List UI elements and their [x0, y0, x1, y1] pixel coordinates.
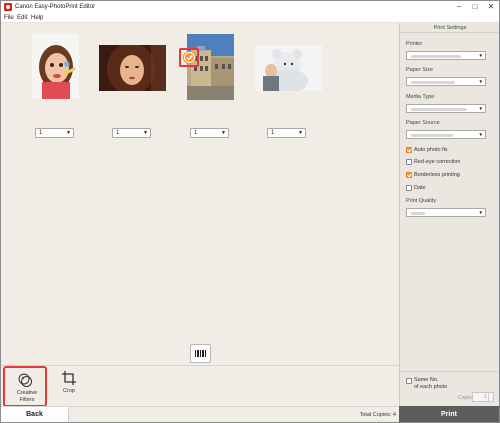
media-type-value-blurred — [411, 108, 467, 111]
copies-select-3[interactable]: 1 ▼ — [190, 128, 229, 138]
chevron-down-icon: ▼ — [143, 130, 148, 136]
copies-value-2: 1 — [116, 130, 120, 136]
copies-select-1[interactable]: 1 ▼ — [35, 128, 74, 138]
paper-source-label: Paper Source — [406, 120, 440, 126]
photo-thumbnail-3[interactable] — [187, 34, 234, 100]
printer-label: Printer — [406, 41, 423, 47]
media-type-label: Media Type — [406, 94, 435, 100]
paper-size-label: Paper Size — [406, 67, 433, 73]
chevron-down-icon: ▼ — [478, 79, 483, 84]
paper-source-select[interactable]: ▼ — [406, 130, 486, 139]
photo-image-1 — [32, 34, 79, 99]
photo-canvas: 1 ▼ 1 ▼ 1 ▼ 1 ▼ — [1, 23, 399, 365]
photo-thumbnail-1[interactable] — [32, 34, 79, 99]
crop-label: Crop — [63, 388, 75, 394]
creative-filters-icon — [18, 373, 32, 387]
maximize-button[interactable]: □ — [467, 1, 483, 13]
borderless-printing-checkbox[interactable] — [406, 172, 412, 178]
back-button[interactable]: Back — [1, 407, 69, 422]
chevron-down-icon: ▼ — [478, 106, 483, 111]
auto-photo-fix-checkbox[interactable] — [406, 147, 412, 153]
printer-select[interactable]: ▼ — [406, 51, 486, 60]
copies-select-2[interactable]: 1 ▼ — [112, 128, 151, 138]
photo-image-4 — [255, 45, 322, 91]
borderless-printing-label: Borderless printing — [414, 172, 460, 178]
menu-edit[interactable]: Edit — [17, 14, 27, 22]
copies-value-3: 1 — [194, 130, 198, 136]
paper-size-value-blurred — [411, 81, 455, 84]
title-bar: Canon Easy-PhotoPrint Editor – □ ✕ — [1, 1, 499, 13]
print-quality-value-blurred — [411, 212, 425, 215]
chevron-down-icon: ▼ — [478, 53, 483, 58]
barcode-layout-icon — [195, 350, 206, 357]
same-no-checkbox[interactable] — [406, 378, 412, 384]
chevron-down-icon: ▼ — [478, 210, 483, 215]
copies-select-4[interactable]: 1 ▼ — [267, 128, 306, 138]
app-window: Canon Easy-PhotoPrint Editor – □ ✕ File … — [0, 0, 500, 423]
paper-size-select[interactable]: ▼ — [406, 77, 486, 86]
paper-source-value-blurred — [411, 134, 453, 137]
media-type-select[interactable]: ▼ — [406, 104, 486, 113]
window-title: Canon Easy-PhotoPrint Editor — [15, 4, 96, 10]
copies-value-1: 1 — [39, 130, 43, 136]
chevron-down-icon: ▼ — [221, 130, 226, 136]
photo-image-2 — [99, 45, 166, 91]
bottom-bar: Back Total Copies: 4 — [1, 406, 399, 422]
copies-input-value: 1 — [483, 394, 487, 400]
crop-icon — [62, 371, 76, 385]
chevron-down-icon: ▼ — [298, 130, 303, 136]
menu-file[interactable]: File — [4, 14, 14, 22]
date-label: Date — [414, 185, 426, 191]
print-settings-panel: Print Settings Printer ▼ Paper Size ▼ Me… — [399, 23, 499, 406]
creative-filters-label: Creative Filters — [16, 390, 38, 403]
selected-photo-highlight[interactable] — [179, 48, 199, 67]
copies-input[interactable]: 1 — [472, 392, 494, 402]
print-quality-label: Print Quality — [406, 198, 436, 204]
menu-bar: File Edit Help — [1, 13, 499, 23]
menu-help[interactable]: Help — [31, 14, 43, 22]
checkmark-icon — [184, 52, 195, 63]
app-logo-icon — [4, 3, 12, 11]
copies-panel: Same No. of each photo Copies 1 — [399, 371, 499, 406]
chevron-down-icon: ▼ — [66, 130, 71, 136]
date-checkbox[interactable] — [406, 185, 412, 191]
photo-thumbnail-4[interactable] — [255, 45, 322, 91]
photo-thumbnail-2[interactable] — [99, 45, 166, 91]
red-eye-correction-label: Red-eye correction — [414, 159, 461, 165]
edit-tool-bar: Creative Filters Crop — [1, 365, 399, 407]
red-eye-correction-checkbox[interactable] — [406, 159, 412, 165]
print-button[interactable]: Print — [399, 406, 499, 422]
auto-photo-fix-label: Auto photo fix — [414, 147, 448, 153]
crop-button[interactable]: Crop — [47, 366, 91, 406]
close-button[interactable]: ✕ — [483, 1, 499, 13]
copies-spinner[interactable] — [488, 393, 492, 401]
creative-filters-button[interactable]: Creative Filters — [3, 366, 47, 407]
minimize-button[interactable]: – — [451, 1, 467, 13]
copies-value-4: 1 — [271, 130, 275, 136]
photo-image-3 — [187, 34, 234, 100]
printer-value-blurred — [411, 55, 461, 58]
layout-toggle-button[interactable] — [190, 344, 211, 363]
same-no-label: Same No. of each photo — [414, 377, 448, 390]
print-settings-title: Print Settings — [400, 23, 499, 33]
total-copies-text: Total Copies: 4 — [359, 412, 396, 418]
chevron-down-icon: ▼ — [478, 132, 483, 137]
print-quality-select[interactable]: ▼ — [406, 208, 486, 217]
